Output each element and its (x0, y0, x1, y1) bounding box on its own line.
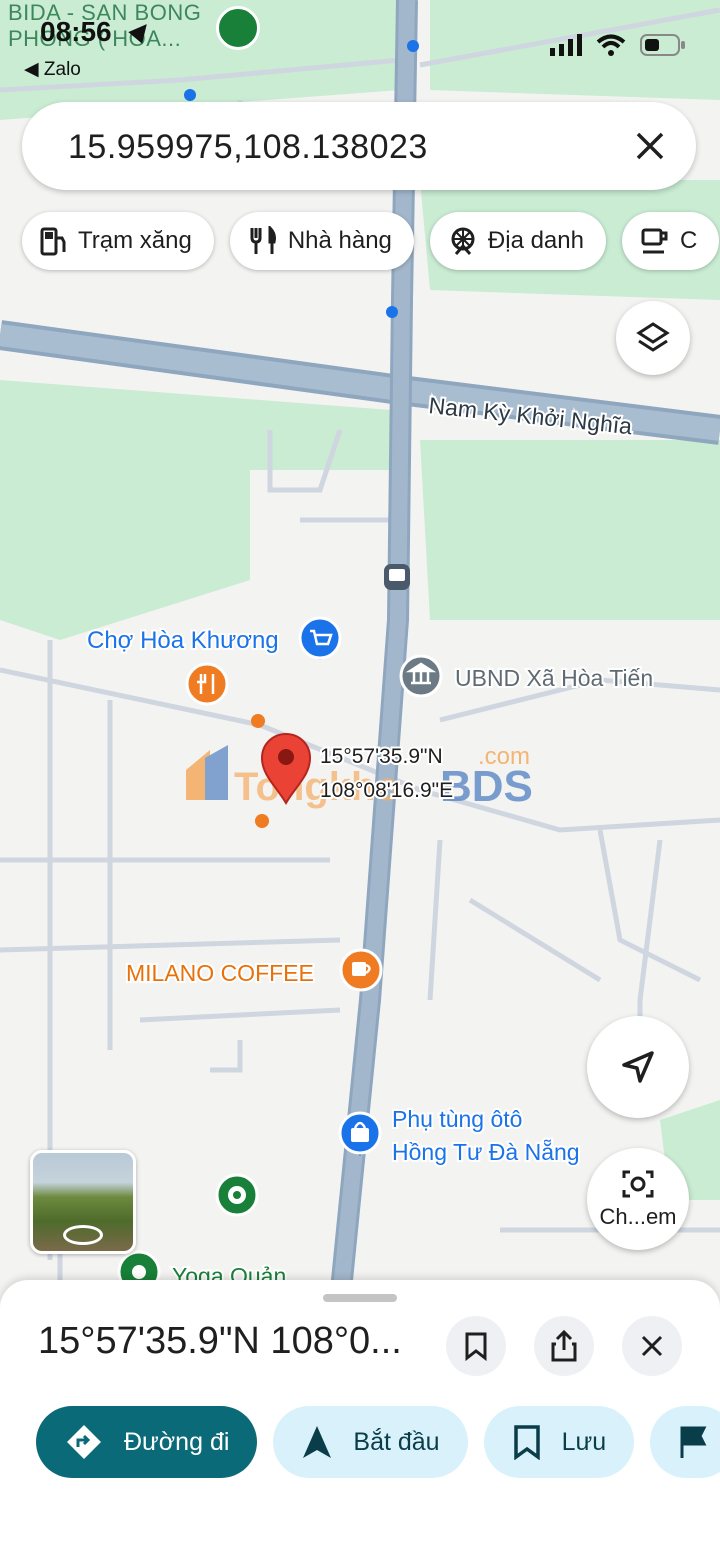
flower-icon[interactable] (215, 1173, 259, 1217)
close-icon[interactable] (628, 124, 672, 168)
flag-icon (680, 1426, 707, 1458)
back-app-label: Zalo (43, 59, 81, 80)
my-location-button[interactable] (587, 1016, 689, 1118)
layers-button[interactable] (616, 301, 690, 375)
close-icon (641, 1335, 663, 1357)
shopping-cart-icon[interactable] (298, 616, 342, 660)
place-sheet[interactable]: 15°57'35.9"N 108°0... Đường đi Bắt đầu L… (0, 1280, 720, 1557)
street-view-thumbnail[interactable] (30, 1150, 136, 1254)
status-time: 08:56 (40, 16, 112, 47)
coffee-cup-icon[interactable] (339, 948, 383, 992)
save-icon-button[interactable] (446, 1316, 506, 1376)
place-label-cho-hoa-khuong[interactable]: Chợ Hòa Khương (85, 625, 281, 656)
place-label-ubnd[interactable]: UBND Xã Hòa Tiến (453, 663, 655, 693)
chip-label: Địa danh (487, 227, 584, 254)
start-button[interactable]: Bắt đầu (273, 1406, 468, 1478)
close-sheet-button[interactable] (622, 1316, 682, 1376)
chip-cafe[interactable]: C (621, 212, 720, 270)
place-label-milano-coffee[interactable]: MILANO COFFEE (124, 958, 316, 988)
directions-icon (67, 1425, 101, 1459)
place-title: 15°57'35.9"N 108°0... (38, 1320, 402, 1362)
action-buttons: Đường đi Bắt đầu Lưu (36, 1406, 720, 1478)
back-to-app-button[interactable]: ◀ Zalo (24, 58, 81, 81)
camera-icon (622, 1170, 654, 1198)
status-icons (550, 34, 686, 56)
chip-restaurant[interactable]: Nhà hàng (229, 212, 414, 270)
start-label: Bắt đầu (353, 1427, 440, 1456)
restaurant-icon (250, 226, 276, 254)
lens-label: Ch...em (599, 1204, 677, 1229)
battery-icon (640, 34, 685, 56)
bus-stop-icon[interactable] (384, 564, 410, 590)
status-bar: BIDA - SAN BONG PHONG ( HOA... 08:56 ◀ Z… (0, 0, 720, 90)
pin-label-lng: 108°08'16.9"E (320, 779, 453, 802)
chip-label: Nhà hàng (287, 227, 392, 254)
start-navigation-icon (303, 1426, 332, 1458)
chip-label: C (679, 227, 698, 254)
lens-button[interactable]: Ch...em (587, 1148, 689, 1250)
share-icon (551, 1330, 577, 1362)
search-input[interactable] (66, 102, 610, 192)
rotate-360-icon (63, 1225, 103, 1245)
back-triangle-icon: ◀ (24, 59, 44, 80)
place-label-phu-tung-line2[interactable]: Hồng Tư Đà Nẵng (390, 1136, 582, 1167)
directions-label: Đường đi (124, 1427, 230, 1456)
more-action-button[interactable] (650, 1406, 720, 1478)
navigation-arrow-icon (622, 1051, 654, 1083)
bookmark-icon (465, 1332, 487, 1361)
top-poi-marker-icon[interactable] (216, 6, 260, 50)
chip-label: Trạm xăng (78, 227, 192, 254)
bookmark-icon (513, 1425, 540, 1460)
wifi-icon (596, 34, 626, 56)
share-button[interactable] (534, 1316, 594, 1376)
save-button[interactable]: Lưu (483, 1406, 635, 1478)
cellular-signal-icon (550, 34, 582, 56)
layers-icon (636, 322, 670, 352)
category-chips: Trạm xăng Nhà hàng Địa danh C (22, 212, 720, 270)
government-building-icon[interactable] (399, 654, 443, 698)
landmark-icon (451, 227, 475, 255)
cafe-icon (641, 228, 668, 254)
watermark-suffix: .com (478, 743, 530, 770)
gas-station-icon (40, 227, 66, 256)
chip-landmark[interactable]: Địa danh (429, 212, 606, 270)
restaurant-icon[interactable] (185, 662, 229, 706)
directions-button[interactable]: Đường đi (36, 1406, 258, 1478)
chip-gas-station[interactable]: Trạm xăng (22, 212, 214, 270)
place-label-phu-tung-line1[interactable]: Phụ tùng ôtô (390, 1104, 524, 1134)
search-bar[interactable] (22, 102, 696, 192)
save-label: Lưu (561, 1427, 607, 1456)
drag-handle[interactable] (323, 1294, 397, 1302)
pin-label-lat: 15°57'35.9"N (320, 745, 443, 768)
